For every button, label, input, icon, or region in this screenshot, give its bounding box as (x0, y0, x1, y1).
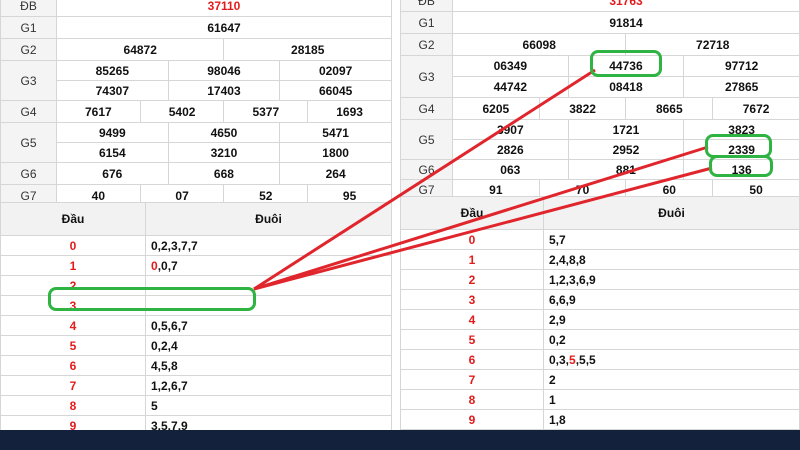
footer-bar (0, 430, 800, 450)
arrow-line (253, 145, 709, 291)
annotation-arrows (253, 68, 713, 291)
arrow-line (253, 166, 713, 291)
arrow-line (253, 68, 596, 291)
highlight-ring (590, 50, 662, 77)
highlight-ring (709, 155, 773, 177)
highlight-ring (48, 287, 256, 311)
